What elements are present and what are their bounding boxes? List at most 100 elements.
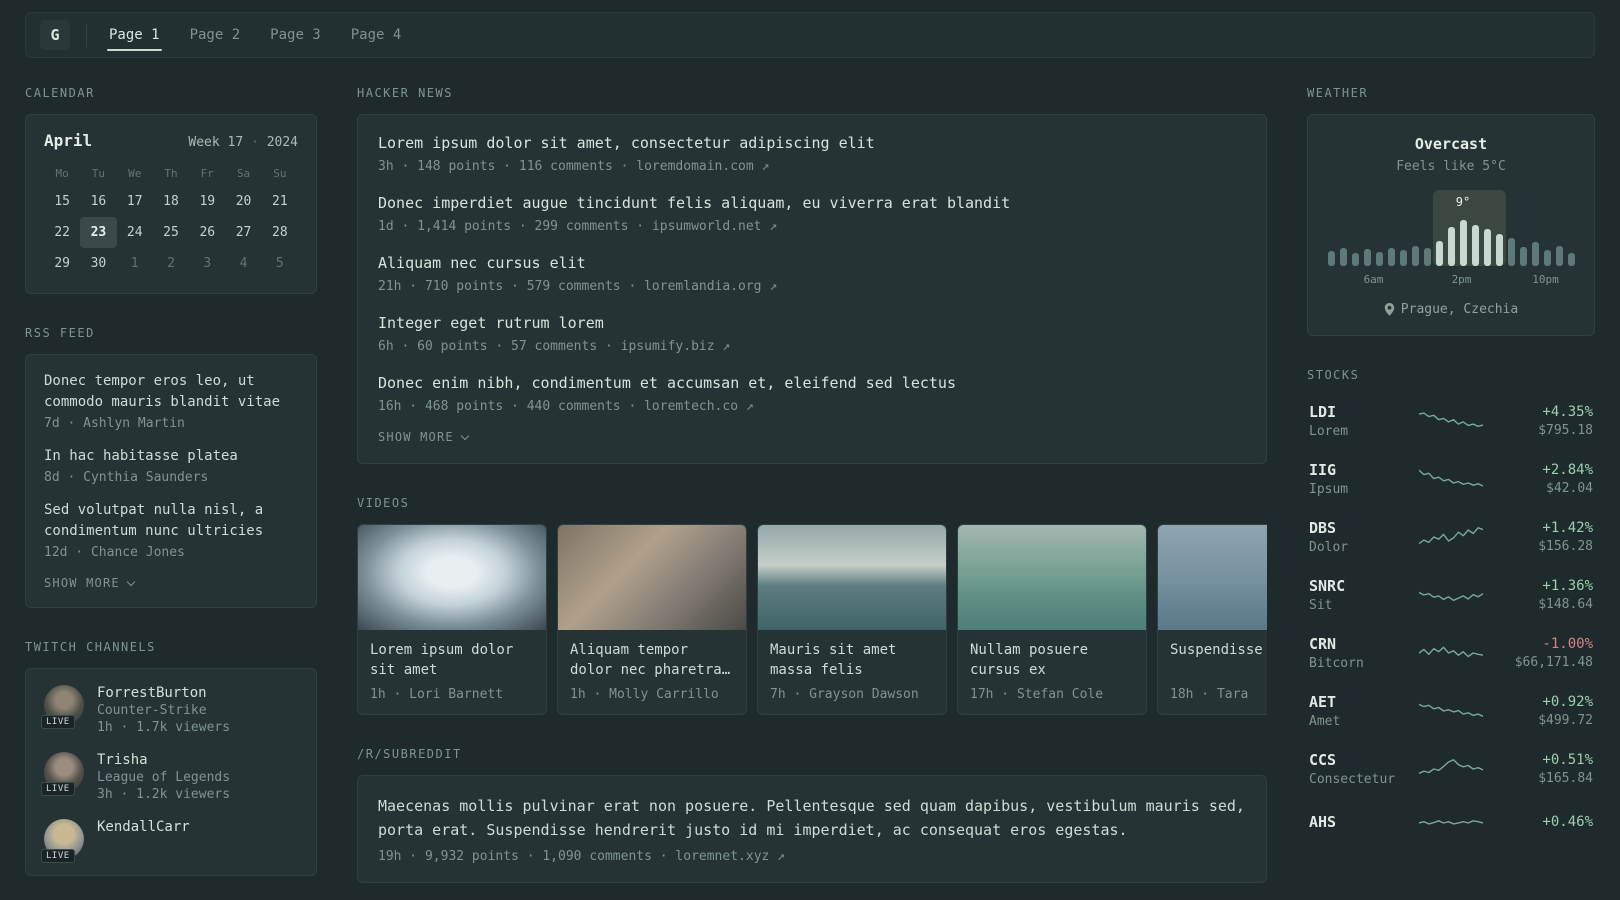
calendar-day: 22 xyxy=(54,225,70,240)
app-logo[interactable]: G xyxy=(40,20,70,50)
video-title: Nullam posuere cursus ex xyxy=(970,642,1089,678)
tab-page-2[interactable]: Page 2 xyxy=(190,13,241,57)
stock-ticker: AHS xyxy=(1309,812,1337,831)
hn-item: Donec imperdiet augue tincidunt felis al… xyxy=(378,193,1246,234)
video-card[interactable]: Aliquam tempor dolor nec pharetra… 1h · … xyxy=(557,524,747,715)
video-body: Nullam posuere cursus ex 17h · Stefan Co… xyxy=(958,630,1146,714)
rss-section-title: RSS FEED xyxy=(25,326,95,340)
stock-row[interactable]: AHS +0.46% xyxy=(1307,798,1595,848)
video-card[interactable]: Suspendisse diam 18h · Tara xyxy=(1157,524,1267,715)
channel-avatar-wrap: LIVE xyxy=(41,819,84,863)
stock-values: +0.92% $499.72 xyxy=(1497,694,1593,728)
hn-item-title[interactable]: Lorem ipsum dolor sit amet, consectetur … xyxy=(378,133,1246,154)
weather-section-title: WEATHER xyxy=(1307,86,1369,100)
calendar-dow: Th xyxy=(164,167,178,180)
tab-page-1[interactable]: Page 1 xyxy=(107,13,162,57)
stock-change: +2.84% xyxy=(1542,462,1593,478)
stock-price: $165.84 xyxy=(1538,771,1593,786)
calendar-dow: Tu xyxy=(91,167,106,180)
calendar-day: 16 xyxy=(90,194,107,209)
rss-item-title[interactable]: Donec tempor eros leo, ut commodo mauris… xyxy=(44,371,298,413)
stock-ticker: CCS xyxy=(1309,751,1337,769)
stock-row[interactable]: IIG Ipsum +2.84% $42.04 xyxy=(1307,450,1595,508)
stock-values: +4.35% $795.18 xyxy=(1497,404,1593,438)
hn-item: Donec enim nibh, condimentum et accumsan… xyxy=(378,373,1246,414)
calendar-day-next-month: 5 xyxy=(275,256,284,271)
video-body: Suspendisse diam 18h · Tara xyxy=(1158,630,1267,714)
video-thumbnail xyxy=(558,525,746,630)
axis-label: 6am xyxy=(1363,273,1384,286)
rss-show-more-button[interactable]: SHOW MORE xyxy=(44,576,136,590)
hn-item-title[interactable]: Aliquam nec cursus elit xyxy=(378,253,1246,274)
hn-item-source-link[interactable]: loremlandia.org ↗ xyxy=(644,279,777,294)
stock-name: Consectetur xyxy=(1309,772,1396,787)
rss-item-meta: 8d · Cynthia Saunders xyxy=(44,470,209,485)
calendar-dow: Sa xyxy=(236,167,251,180)
calendar-widget: April Week 17 · 2024 Mo Tu We Th Fr Sa S… xyxy=(25,114,317,294)
calendar-day: 18 xyxy=(163,194,179,209)
calendar-grid: Mo Tu We Th Fr Sa Su 15 16 17 18 19 20 2… xyxy=(44,162,298,279)
stock-price: $795.18 xyxy=(1538,423,1593,438)
video-card[interactable]: Lorem ipsum dolor sit amet consectetu… 1… xyxy=(357,524,547,715)
hn-item-title[interactable]: Donec imperdiet augue tincidunt felis al… xyxy=(378,193,1246,214)
stock-id: DBS Dolor xyxy=(1309,519,1405,555)
topbar-divider xyxy=(86,23,87,47)
separator-dot: · xyxy=(251,135,259,150)
calendar-day: 29 xyxy=(54,256,70,271)
video-card[interactable]: Nullam posuere cursus ex 17h · Stefan Co… xyxy=(957,524,1147,715)
hn-item-source-link[interactable]: loremdomain.com ↗ xyxy=(636,159,769,174)
hackernews-section-title: HACKER NEWS xyxy=(357,86,453,100)
calendar-day: 24 xyxy=(126,225,143,240)
hn-item-meta: 3h · 148 points · 116 comments · loremdo… xyxy=(378,159,1246,174)
hn-item-title[interactable]: Donec enim nibh, condimentum et accumsan… xyxy=(378,373,1246,394)
calendar-section-title: CALENDAR xyxy=(25,86,95,100)
reddit-item-source-link[interactable]: loremnet.xyz ↗ xyxy=(675,849,785,864)
video-title: Aliquam tempor dolor nec pharetra… xyxy=(570,642,731,678)
channel-info: KendallCarr xyxy=(97,819,190,859)
video-card[interactable]: Mauris sit amet massa felis 7h · Grayson… xyxy=(757,524,947,715)
stock-id: CRN Bitcorn xyxy=(1309,635,1405,671)
hn-show-more-button[interactable]: SHOW MORE xyxy=(378,430,470,444)
twitch-channel[interactable]: LIVE Trisha League of Legends 3h · 1.2k … xyxy=(41,752,298,802)
tab-page-4[interactable]: Page 4 xyxy=(351,13,402,57)
hn-item-stats: 1d · 1,414 points · 299 comments · xyxy=(378,219,652,234)
stock-row[interactable]: DBS Dolor +1.42% $156.28 xyxy=(1307,508,1595,566)
calendar-day-selected: 23 xyxy=(80,217,117,248)
reddit-item-title[interactable]: Maecenas mollis pulvinar erat non posuer… xyxy=(378,794,1246,842)
stock-change: -1.00% xyxy=(1542,636,1593,652)
weather-condition: Overcast xyxy=(1414,135,1488,153)
rss-item-title[interactable]: Sed volutpat nulla nisl, a condimentum n… xyxy=(44,500,298,542)
hn-item-title[interactable]: Integer eget rutrum lorem xyxy=(378,313,1246,334)
live-badge: LIVE xyxy=(41,715,75,729)
stock-sparkline xyxy=(1413,523,1489,551)
stock-id: CCS Consectetur xyxy=(1309,751,1405,787)
calendar-day: 21 xyxy=(272,194,288,209)
tab-page-3[interactable]: Page 3 xyxy=(270,13,321,57)
reddit-item-stats: 19h · 9,932 points · 1,090 comments · xyxy=(378,849,676,864)
rss-item-title[interactable]: In hac habitasse platea xyxy=(44,446,298,467)
stock-row[interactable]: SNRC Sit +1.36% $148.64 xyxy=(1307,566,1595,624)
calendar-week-year: Week 17 · 2024 xyxy=(188,135,298,150)
calendar-section: CALENDAR April Week 17 · 2024 Mo Tu We T… xyxy=(25,86,317,294)
twitch-channel[interactable]: LIVE ForrestBurton Counter-Strike 1h · 1… xyxy=(41,685,298,735)
channel-avatar-wrap: LIVE xyxy=(41,752,84,796)
video-body: Lorem ipsum dolor sit amet consectetu… 1… xyxy=(358,630,546,714)
video-meta: 7h · Grayson Dawson xyxy=(770,687,919,702)
twitch-section-title: TWITCH CHANNELS xyxy=(25,640,156,654)
calendar-day-next-month: 3 xyxy=(203,256,212,271)
stock-row[interactable]: CCS Consectetur +0.51% $165.84 xyxy=(1307,740,1595,798)
stock-sparkline xyxy=(1413,809,1489,837)
stock-row[interactable]: AET Amet +0.92% $499.72 xyxy=(1307,682,1595,740)
dashboard-page: G Page 1 Page 2 Page 3 Page 4 CALENDAR A… xyxy=(0,0,1620,900)
twitch-widget: LIVE ForrestBurton Counter-Strike 1h · 1… xyxy=(25,668,317,876)
video-meta: 18h · Tara xyxy=(1170,687,1249,702)
weather-feels-like: Feels like 5°C xyxy=(1396,159,1506,174)
stock-row[interactable]: CRN Bitcorn -1.00% $66,171.48 xyxy=(1307,624,1595,682)
hn-item-source-link[interactable]: loremtech.co ↗ xyxy=(644,399,754,414)
stock-row[interactable]: LDI Lorem +4.35% $795.18 xyxy=(1307,392,1595,450)
topbar: G Page 1 Page 2 Page 3 Page 4 xyxy=(25,12,1595,58)
stock-values: +2.84% $42.04 xyxy=(1497,462,1593,496)
hn-item-source-link[interactable]: ipsumworld.net ↗ xyxy=(652,219,777,234)
twitch-channel[interactable]: LIVE KendallCarr xyxy=(41,819,298,863)
hn-item-source-link[interactable]: ipsumify.biz ↗ xyxy=(621,339,731,354)
